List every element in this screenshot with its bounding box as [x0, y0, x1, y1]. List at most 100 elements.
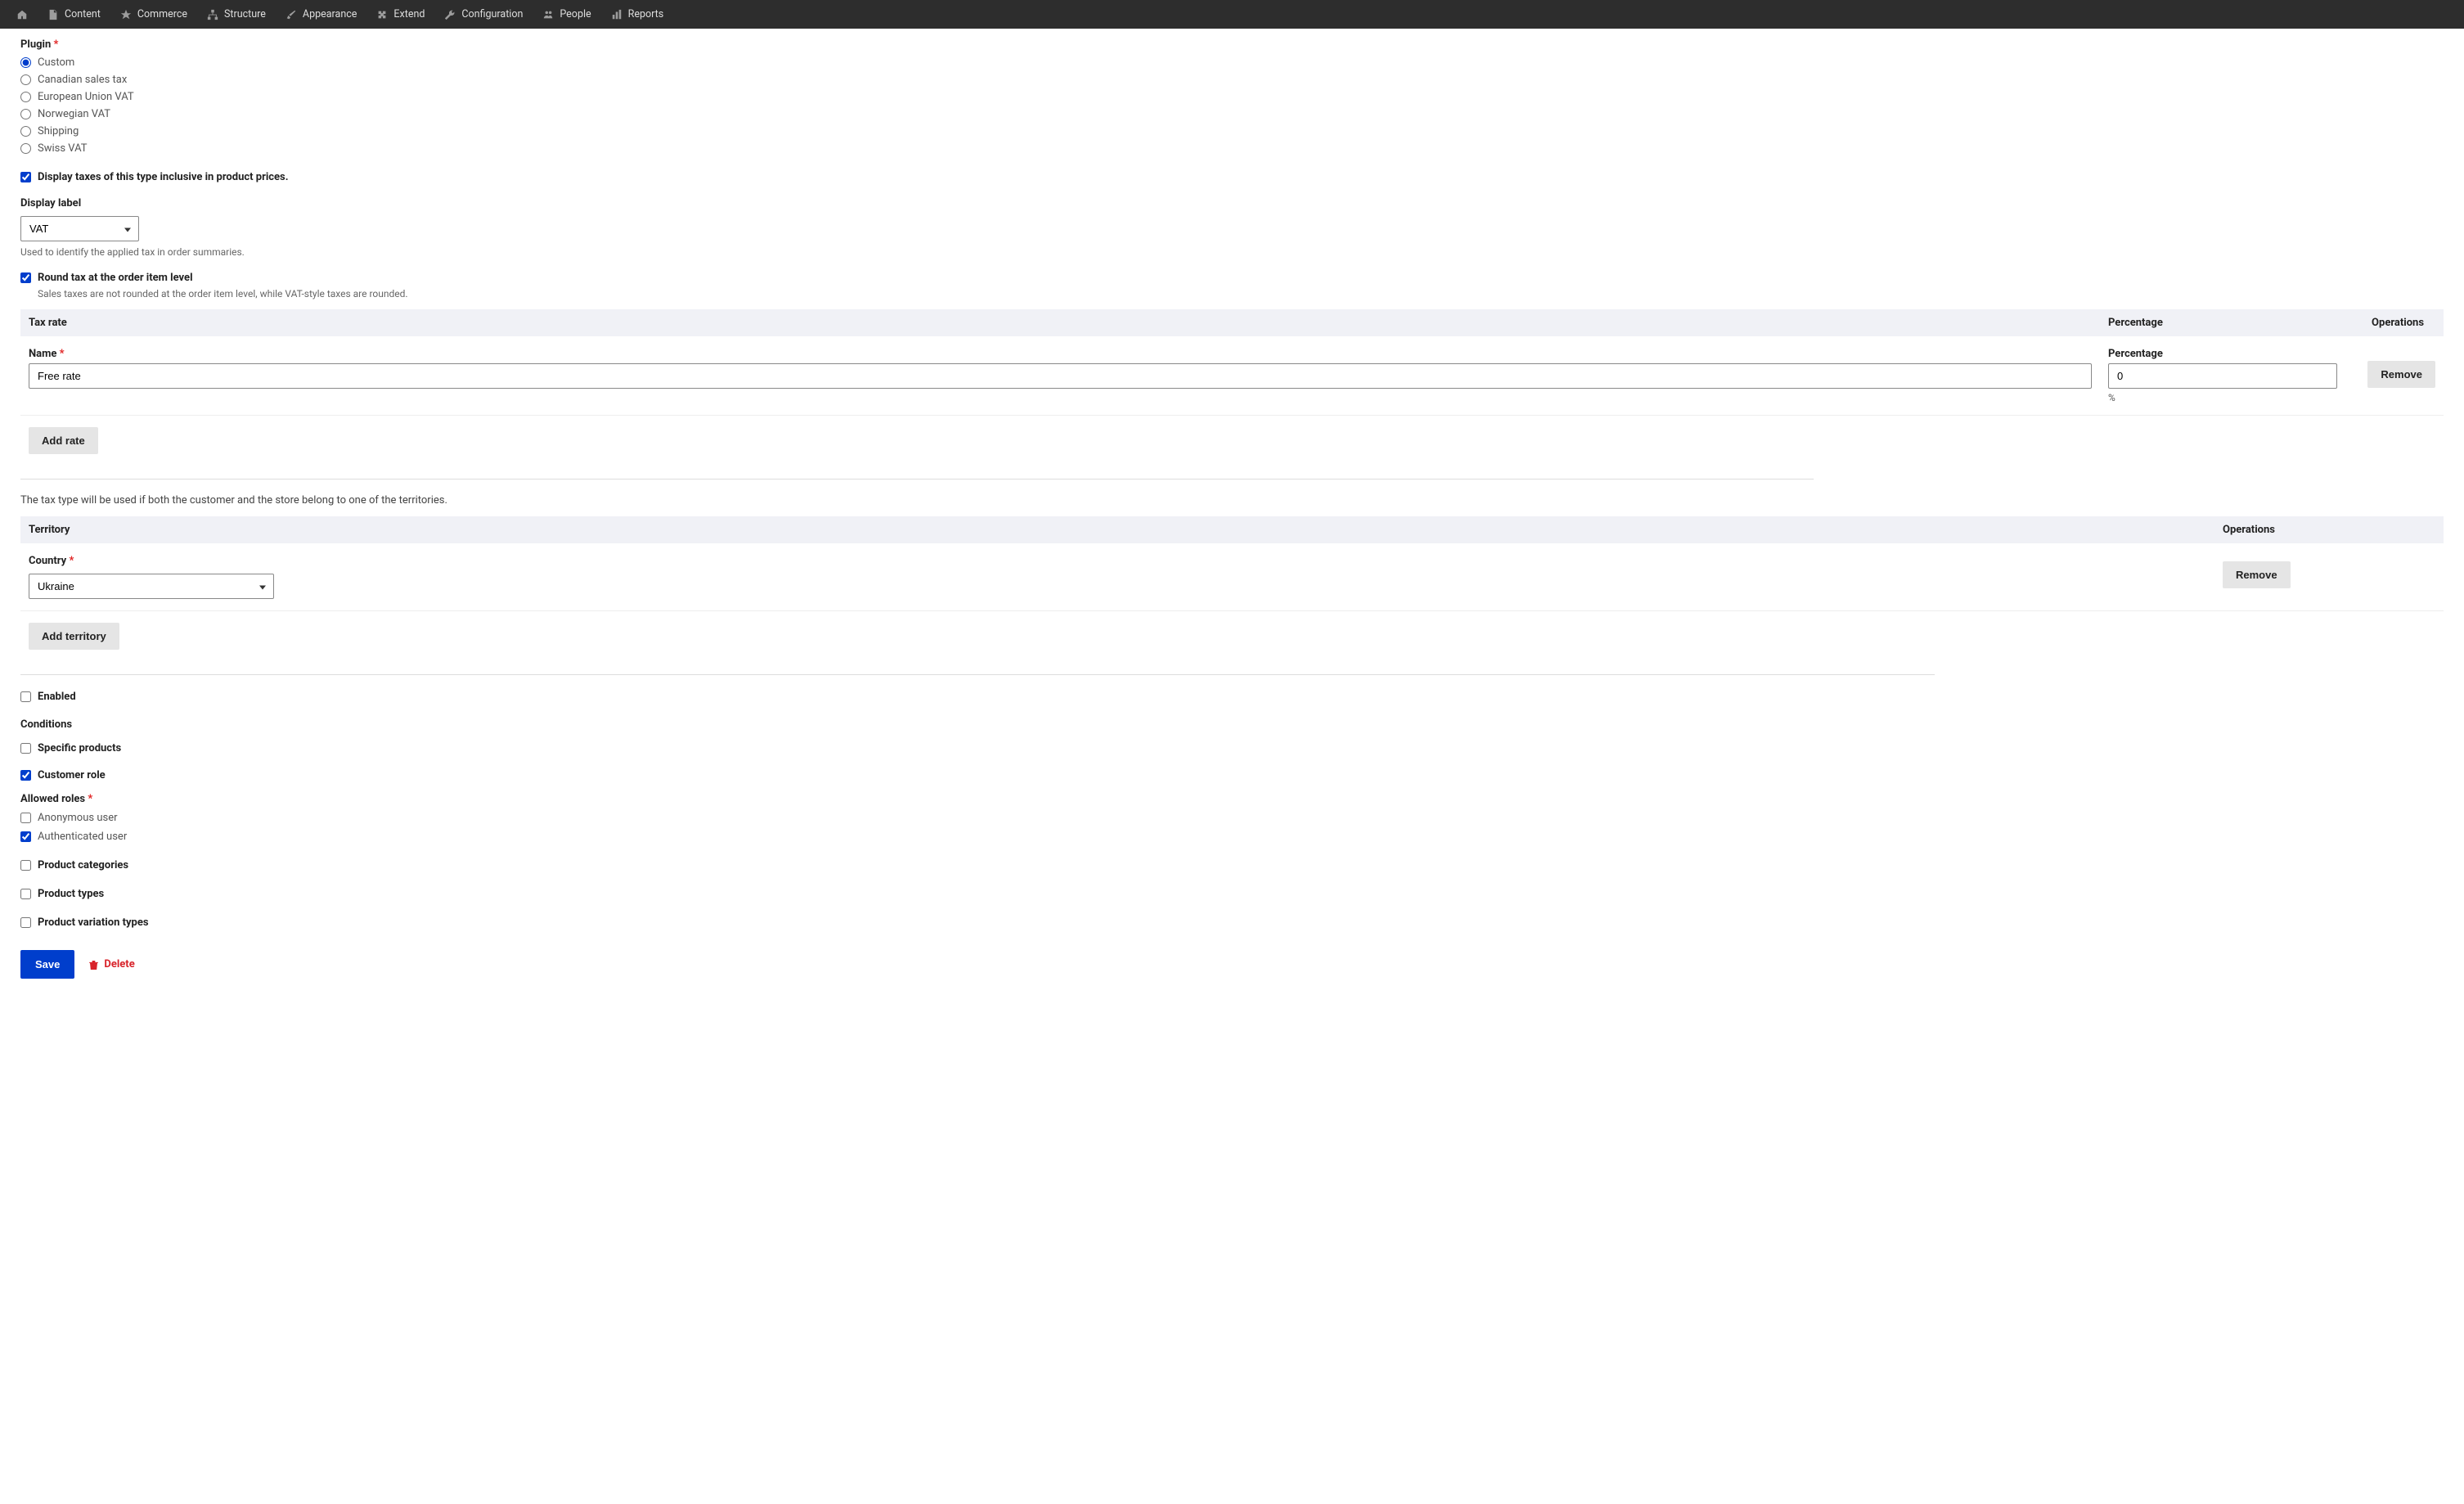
specific-products-checkbox[interactable]: Specific products	[20, 739, 2444, 758]
display-label-help: Used to identify the applied tax in orde…	[20, 246, 2444, 258]
th-tax-rate: Tax rate	[20, 309, 2100, 336]
checkbox-input[interactable]	[20, 272, 31, 283]
display-label-label: Display label	[20, 197, 2444, 209]
checkbox-input[interactable]	[20, 172, 31, 182]
delete-label: Delete	[104, 958, 134, 970]
plugin-option-canadian[interactable]: Canadian sales tax	[20, 71, 2444, 88]
radio-label: Shipping	[38, 125, 79, 137]
radio-input[interactable]	[20, 92, 31, 102]
add-territory-button[interactable]: Add territory	[29, 623, 119, 650]
plugin-option-custom[interactable]: Custom	[20, 54, 2444, 71]
tree-icon	[207, 9, 218, 20]
th-operations: Operations	[2345, 309, 2444, 336]
product-categories-checkbox[interactable]: Product categories	[20, 856, 2444, 875]
toolbar-structure[interactable]: Structure	[197, 0, 276, 29]
th-territory-operations: Operations	[2214, 516, 2444, 543]
toolbar-content[interactable]: Content	[38, 0, 110, 29]
plugin-option-shipping[interactable]: Shipping	[20, 123, 2444, 140]
display-inclusive-checkbox[interactable]: Display taxes of this type inclusive in …	[20, 169, 2444, 186]
divider	[20, 674, 1935, 675]
checkbox-label: Product types	[38, 888, 104, 900]
puzzle-icon	[376, 9, 388, 20]
toolbar-appearance[interactable]: Appearance	[276, 0, 367, 29]
anonymous-user-checkbox[interactable]: Anonymous user	[20, 808, 2444, 827]
radio-input[interactable]	[20, 109, 31, 119]
percent-suffix: %	[2108, 392, 2337, 403]
toolbar-label: Extend	[393, 8, 425, 20]
toolbar-label: Reports	[628, 8, 664, 20]
radio-input[interactable]	[20, 74, 31, 85]
customer-role-checkbox[interactable]: Customer role	[20, 766, 2444, 785]
radio-label: Norwegian VAT	[38, 108, 110, 120]
enabled-checkbox[interactable]: Enabled	[20, 688, 2444, 705]
radio-input[interactable]	[20, 57, 31, 68]
radio-label: European Union VAT	[38, 91, 134, 103]
checkbox-input[interactable]	[20, 743, 31, 754]
form-content: Plugin * Custom Canadian sales tax Europ…	[0, 29, 2464, 1003]
plugin-option-eu-vat[interactable]: European Union VAT	[20, 88, 2444, 106]
percentage-label: Percentage	[2108, 348, 2337, 360]
toolbar-commerce[interactable]: Commerce	[110, 0, 197, 29]
wrench-icon	[444, 9, 456, 20]
add-rate-button[interactable]: Add rate	[29, 427, 98, 454]
toolbar-reports[interactable]: Reports	[601, 0, 674, 29]
allowed-roles-label: Allowed roles *	[20, 793, 2444, 805]
checkbox-label: Product variation types	[38, 916, 149, 929]
country-select[interactable]: Ukraine	[29, 574, 274, 599]
toolbar-label: Appearance	[303, 8, 357, 20]
toolbar-label: Structure	[224, 8, 266, 20]
authenticated-user-checkbox[interactable]: Authenticated user	[20, 827, 2444, 846]
product-variation-types-checkbox[interactable]: Product variation types	[20, 913, 2444, 932]
territory-table: Territory Operations Country * Ukraine	[20, 516, 2444, 661]
divider	[20, 479, 1814, 480]
trash-icon	[89, 960, 99, 970]
plugin-option-swiss-vat[interactable]: Swiss VAT	[20, 140, 2444, 157]
percentage-input[interactable]	[2108, 363, 2337, 389]
conditions-label: Conditions	[20, 718, 2444, 731]
checkbox-label: Round tax at the order item level	[38, 272, 193, 284]
country-label: Country *	[29, 555, 2206, 567]
round-tax-checkbox[interactable]: Round tax at the order item level	[20, 269, 2444, 286]
checkbox-label: Enabled	[38, 691, 76, 703]
th-percentage: Percentage	[2100, 309, 2345, 336]
territory-row: Country * Ukraine Remove	[20, 543, 2444, 611]
checkbox-input[interactable]	[20, 917, 31, 928]
remove-territory-button[interactable]: Remove	[2223, 561, 2291, 588]
checkbox-input[interactable]	[20, 860, 31, 871]
round-tax-help: Sales taxes are not rounded at the order…	[38, 288, 2444, 299]
toolbar-label: Configuration	[461, 8, 523, 20]
name-input[interactable]	[29, 363, 2092, 389]
delete-button[interactable]: Delete	[89, 958, 134, 970]
checkbox-input[interactable]	[20, 813, 31, 823]
radio-input[interactable]	[20, 143, 31, 154]
plugin-option-norwegian-vat[interactable]: Norwegian VAT	[20, 106, 2444, 123]
toolbar-home[interactable]	[7, 0, 38, 29]
tax-rate-row: Name * Percentage % Remove	[20, 336, 2444, 416]
form-actions: Save Delete	[20, 950, 2444, 979]
conditions-section: Conditions Specific products Customer ro…	[20, 718, 2444, 932]
checkbox-label: Display taxes of this type inclusive in …	[38, 171, 289, 183]
people-icon	[542, 9, 554, 20]
toolbar-people[interactable]: People	[533, 0, 600, 29]
admin-toolbar: Content Commerce Structure Appearance Ex…	[0, 0, 2464, 29]
remove-rate-button[interactable]: Remove	[2367, 361, 2435, 388]
checkbox-input[interactable]	[20, 831, 31, 842]
toolbar-configuration[interactable]: Configuration	[434, 0, 533, 29]
display-label-select[interactable]: VAT	[20, 216, 139, 241]
radio-label: Canadian sales tax	[38, 74, 127, 86]
toolbar-label: Commerce	[137, 8, 187, 20]
checkbox-input[interactable]	[20, 770, 31, 781]
radio-label: Swiss VAT	[38, 142, 88, 155]
toolbar-extend[interactable]: Extend	[366, 0, 434, 29]
save-button[interactable]: Save	[20, 950, 74, 979]
checkbox-label: Authenticated user	[38, 831, 127, 843]
product-types-checkbox[interactable]: Product types	[20, 885, 2444, 903]
checkbox-label: Specific products	[38, 742, 121, 754]
doc-icon	[47, 9, 59, 20]
checkbox-input[interactable]	[20, 691, 31, 702]
chart-icon	[611, 9, 623, 20]
star-icon	[120, 9, 132, 20]
checkbox-input[interactable]	[20, 889, 31, 899]
territory-help: The tax type will be used if both the cu…	[20, 494, 2444, 507]
radio-input[interactable]	[20, 126, 31, 137]
